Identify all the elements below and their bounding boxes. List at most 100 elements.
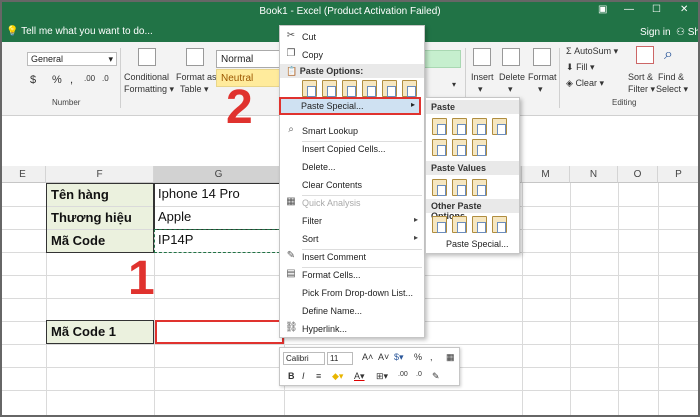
delete-label[interactable]: Delete <box>499 72 525 82</box>
sort-filter-label-1[interactable]: Sort & <box>628 72 653 82</box>
italic-button[interactable]: I <box>302 371 305 381</box>
format-cells-icon[interactable] <box>533 48 551 66</box>
comma-style-button[interactable]: , <box>430 352 433 362</box>
minimize-button[interactable]: — <box>624 4 634 15</box>
cell-g-apple[interactable]: Apple <box>155 209 191 224</box>
insert-label[interactable]: Insert <box>471 72 494 82</box>
percent-button[interactable]: % <box>52 74 62 86</box>
paste-formatting-icon[interactable] <box>382 80 397 97</box>
format-as-table-icon[interactable] <box>186 48 204 66</box>
insert-cells-icon[interactable] <box>473 48 491 66</box>
menu-item-sort[interactable]: Sort ▸ <box>280 230 424 248</box>
clear-button[interactable]: ◈ Clear ▾ <box>566 78 604 89</box>
number-format-select[interactable]: General ▾ <box>27 52 117 66</box>
chevron-down-icon[interactable]: ▾ <box>538 84 543 95</box>
menu-item-delete[interactable]: Delete... <box>280 158 424 176</box>
close-button[interactable]: ✕ <box>680 4 688 15</box>
decrease-decimal-icon[interactable]: .0 <box>102 74 109 83</box>
menu-item-copy[interactable]: ❐ Copy <box>280 46 424 64</box>
increase-decimal-icon[interactable]: .00 <box>398 371 408 378</box>
menu-item-clear-contents[interactable]: Clear Contents <box>280 176 424 194</box>
paste-icon[interactable] <box>432 118 447 135</box>
style-good[interactable] <box>424 50 461 68</box>
column-header-f[interactable]: F <box>46 166 154 183</box>
cell-f-thuong-hieu[interactable]: Thương hiệu <box>47 207 153 229</box>
format-painter-icon[interactable]: ▦ <box>446 352 455 363</box>
menu-item-smart-lookup[interactable]: ⌕ Smart Lookup <box>280 122 424 140</box>
menu-item-filter[interactable]: Filter ▸ <box>280 212 424 230</box>
bold-button[interactable]: B <box>288 371 295 381</box>
comma-button[interactable]: , <box>70 74 73 86</box>
currency-button[interactable]: $ <box>30 74 36 86</box>
fill-color-icon[interactable]: ◆▾ <box>332 371 343 382</box>
column-header-n[interactable]: N <box>570 166 618 183</box>
paste-formulas-icon[interactable] <box>342 80 357 97</box>
styles-scroll-icon[interactable]: ▾ <box>452 80 456 89</box>
paste-formulas-icon[interactable] <box>452 118 467 135</box>
find-select-label-2[interactable]: Select ▾ <box>656 84 688 95</box>
decrease-decimal-icon[interactable]: .0 <box>416 371 422 378</box>
chevron-down-icon[interactable]: ▾ <box>508 84 513 95</box>
column-header-o[interactable]: O <box>618 166 658 183</box>
conditional-formatting-icon[interactable] <box>138 48 156 66</box>
font-size-select[interactable]: 11 <box>327 352 353 365</box>
font-name-select[interactable]: Calibri <box>283 352 325 365</box>
maximize-button[interactable]: ☐ <box>652 4 661 15</box>
currency-format-icon[interactable]: $▾ <box>394 352 404 363</box>
menu-item-hyperlink[interactable]: ⛓ Hyperlink... <box>280 320 424 338</box>
menu-item-define-name[interactable]: Define Name... <box>280 302 424 320</box>
menu-item-format-cells[interactable]: ▤ Format Cells... <box>280 266 424 284</box>
conditional-formatting-label-2[interactable]: Formatting ▾ <box>124 84 174 95</box>
cell-f-ten-hang[interactable]: Tên hàng <box>47 184 153 206</box>
cell-f-ma-code-1[interactable]: Mã Code 1 <box>47 321 153 343</box>
fill-button[interactable]: ⬇ Fill ▾ <box>566 62 595 73</box>
paste-column-widths-icon[interactable] <box>452 139 467 156</box>
font-color-icon[interactable]: A▾ <box>354 371 365 382</box>
shrink-font-icon[interactable]: A˅ <box>378 352 389 362</box>
percent-style-button[interactable]: % <box>414 352 422 362</box>
menu-item-insert-copied[interactable]: Insert Copied Cells... <box>280 140 424 158</box>
paste-values-icon[interactable] <box>322 80 337 97</box>
sort-filter-icon[interactable] <box>636 46 654 64</box>
column-header-e[interactable]: E <box>0 166 46 183</box>
grow-font-icon[interactable]: A˄ <box>362 352 373 362</box>
menu-item-cut[interactable]: ✂ Cut <box>280 28 424 46</box>
column-header-m[interactable]: M <box>522 166 570 183</box>
paste-linked-picture-icon[interactable] <box>492 216 507 233</box>
paste-values-number-icon[interactable] <box>452 179 467 196</box>
paste-picture-icon[interactable] <box>472 216 487 233</box>
menu-item-pick-list[interactable]: Pick From Drop-down List... <box>280 284 424 302</box>
paste-transpose-icon[interactable] <box>472 139 487 156</box>
menu-item-paste-special[interactable]: Paste Special... ▸ <box>279 97 421 115</box>
sort-filter-label-2[interactable]: Filter ▾ <box>628 84 655 95</box>
brush-icon[interactable]: ✎ <box>432 371 440 382</box>
paste-values-source-icon[interactable] <box>472 179 487 196</box>
paste-link-icon[interactable] <box>402 80 417 97</box>
submenu-paste-special-link[interactable]: Paste Special... <box>446 239 509 249</box>
paste-formulas-number-icon[interactable] <box>472 118 487 135</box>
format-as-table-label-2[interactable]: Table ▾ <box>180 84 209 95</box>
tell-me-input[interactable]: 💡 Tell me what you want to do... <box>6 26 153 37</box>
style-normal[interactable]: Normal <box>216 50 286 68</box>
sign-in-link[interactable]: Sign in <box>640 27 671 38</box>
find-select-label-1[interactable]: Find & <box>658 72 684 82</box>
paste-link-icon[interactable] <box>452 216 467 233</box>
paste-values-icon[interactable] <box>432 179 447 196</box>
column-header-g[interactable]: G <box>154 166 284 183</box>
paste-keep-source-icon[interactable] <box>492 118 507 135</box>
format-label[interactable]: Format <box>528 72 557 82</box>
conditional-formatting-label-1[interactable]: Conditional <box>124 72 169 82</box>
column-header-p[interactable]: P <box>658 166 700 183</box>
paste-transpose-icon[interactable] <box>362 80 377 97</box>
find-binoculars-icon[interactable]: ⌕ <box>664 46 673 64</box>
cell-f-ma-code[interactable]: Mã Code <box>47 230 153 252</box>
share-button[interactable]: ⚇ Sh <box>676 27 700 38</box>
paste-formatting-icon[interactable] <box>432 216 447 233</box>
restore-icon[interactable]: ▣ <box>598 4 607 15</box>
format-as-table-label-1[interactable]: Format as <box>176 72 217 82</box>
borders-icon[interactable]: ⊞▾ <box>376 371 388 382</box>
paste-icon[interactable] <box>302 80 317 97</box>
autosum-button[interactable]: Σ AutoSum ▾ <box>566 46 618 57</box>
align-center-icon[interactable]: ≡ <box>316 371 321 381</box>
paste-no-borders-icon[interactable] <box>432 139 447 156</box>
